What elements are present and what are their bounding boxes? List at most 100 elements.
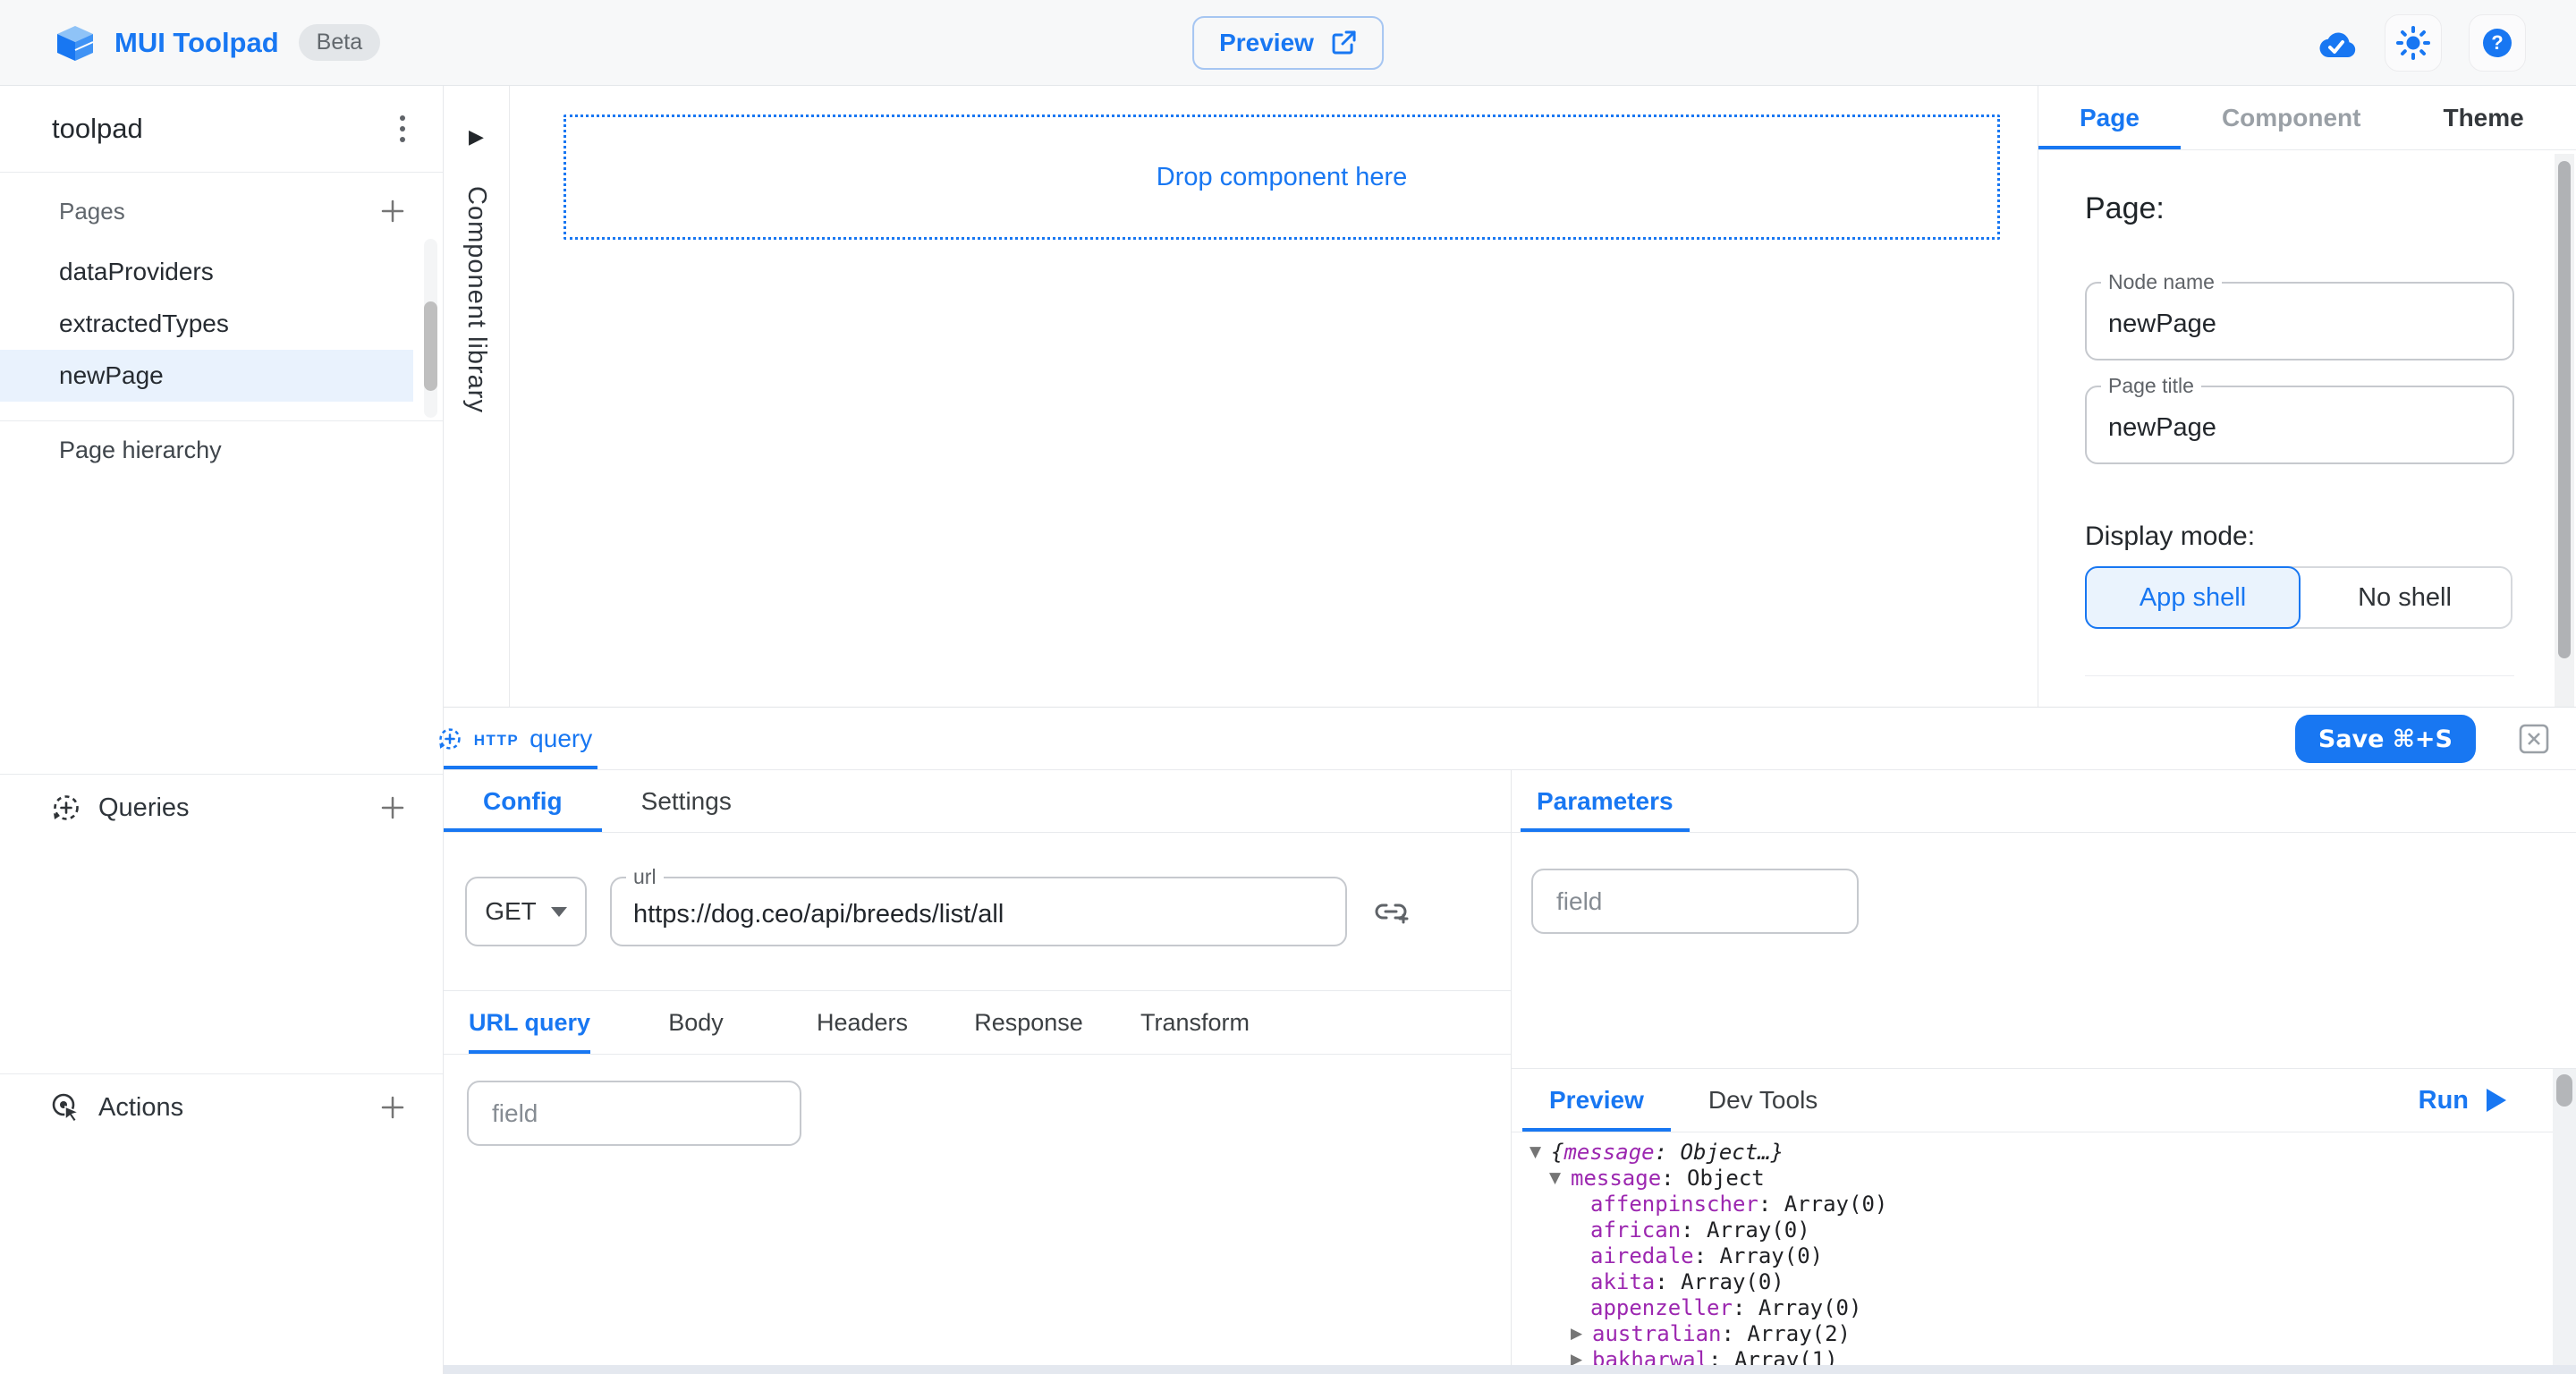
- tree-value: : Array(0): [1655, 1269, 1784, 1295]
- external-link-icon: [1330, 30, 1357, 56]
- tree-row: african: Array(0): [1512, 1217, 2576, 1243]
- tree-value: : Array(0): [1694, 1243, 1824, 1269]
- json-result-tree: ▼{message: Object…} ▼message: Object aff…: [1512, 1132, 2576, 1374]
- option-label: No shell: [2358, 583, 2452, 613]
- drop-zone-text: Drop component here: [1157, 163, 1408, 192]
- sidebar-item-dataProviders[interactable]: dataProviders: [0, 246, 413, 298]
- page-item-label: extractedTypes: [59, 310, 229, 338]
- http-method-select[interactable]: GET: [465, 877, 587, 946]
- query-icon: [436, 725, 463, 752]
- tree-key: appenzeller: [1590, 1295, 1733, 1321]
- tree-row[interactable]: ▼message: Object: [1512, 1166, 2576, 1192]
- query-editor-dock: HTTP query Save ⌘+S Config Settings GET: [444, 707, 2576, 1374]
- tree-row: appenzeller: Array(0): [1512, 1295, 2576, 1321]
- tree-row[interactable]: ▼{message: Object…}: [1512, 1140, 2576, 1166]
- tab-headers[interactable]: Headers: [782, 991, 943, 1054]
- help-icon: ?: [2479, 25, 2515, 61]
- http-query-tab[interactable]: HTTP query: [444, 708, 597, 769]
- tab-preview[interactable]: Preview: [1522, 1069, 1671, 1132]
- pages-scrollbar[interactable]: [424, 239, 437, 418]
- tree-key: message: [1563, 1140, 1654, 1166]
- pages-section-label: Pages: [59, 198, 125, 225]
- tab-body[interactable]: Body: [615, 991, 776, 1054]
- actions-icon: [50, 1091, 82, 1124]
- page-title-input[interactable]: [2087, 387, 2512, 462]
- save-button[interactable]: Save ⌘+S: [2295, 715, 2476, 763]
- url-query-field-input[interactable]: [467, 1081, 801, 1146]
- tab-label: Response: [974, 1009, 1083, 1037]
- tab-theme[interactable]: Theme: [2402, 86, 2564, 149]
- close-dock-button[interactable]: [2517, 722, 2551, 756]
- tree-row[interactable]: ▶australian: Array(2): [1512, 1321, 2576, 1347]
- project-menu-button[interactable]: [393, 108, 412, 149]
- cloud-sync-status-icon: [2313, 26, 2358, 60]
- page-item-label: dataProviders: [59, 258, 214, 286]
- run-button[interactable]: Run: [2419, 1069, 2506, 1132]
- queries-icon: [50, 792, 82, 824]
- url-input[interactable]: [612, 878, 1345, 945]
- app-brand[interactable]: MUI Toolpad Beta: [0, 23, 380, 63]
- preview-button[interactable]: Preview: [1192, 16, 1384, 70]
- run-button-label: Run: [2419, 1086, 2469, 1115]
- component-library-label: Component library: [462, 186, 491, 413]
- expand-arrow-icon[interactable]: ▶: [1571, 1321, 1592, 1347]
- no-shell-option[interactable]: No shell: [2299, 568, 2511, 627]
- bind-link-icon[interactable]: [1374, 894, 1410, 929]
- page-title-label: Page title: [2101, 374, 2201, 399]
- preview-button-label: Preview: [1219, 29, 1314, 57]
- url-field[interactable]: url: [610, 877, 1347, 946]
- tree-value: : Object…}: [1655, 1140, 1784, 1166]
- tab-parameters[interactable]: Parameters: [1521, 770, 1690, 832]
- tab-label: Page: [2080, 104, 2140, 132]
- app-title: MUI Toolpad: [114, 27, 279, 59]
- tab-label: Transform: [1140, 1009, 1250, 1037]
- collapse-arrow-icon[interactable]: ▼: [1530, 1140, 1551, 1166]
- page-item-label: newPage: [59, 361, 164, 390]
- tab-label: Dev Tools: [1708, 1086, 1818, 1115]
- result-scrollbar[interactable]: [2553, 1069, 2576, 1365]
- node-name-input[interactable]: [2087, 284, 2512, 359]
- node-name-field[interactable]: Node name: [2085, 282, 2514, 360]
- page-title-field[interactable]: Page title: [2085, 386, 2514, 464]
- help-button[interactable]: ?: [2469, 14, 2526, 72]
- theme-toggle-button[interactable]: [2385, 14, 2442, 72]
- add-page-button[interactable]: [375, 193, 411, 229]
- http-method-value: GET: [485, 897, 537, 926]
- divider: [2085, 675, 2514, 676]
- sun-icon: [2395, 25, 2431, 61]
- tree-key: message: [1571, 1166, 1661, 1192]
- tab-label: Preview: [1549, 1086, 1644, 1115]
- expand-arrow-icon: ▶: [469, 125, 484, 148]
- tab-settings[interactable]: Settings: [602, 770, 771, 832]
- tree-value: : Array(0): [1758, 1192, 1888, 1217]
- tree-row: airedale: Array(0): [1512, 1243, 2576, 1269]
- tab-config[interactable]: Config: [444, 770, 602, 832]
- tab-label: URL query: [469, 1009, 590, 1037]
- parameters-field-input[interactable]: [1531, 869, 1859, 934]
- node-name-label: Node name: [2101, 270, 2222, 295]
- collapse-arrow-icon[interactable]: ▼: [1549, 1166, 1571, 1192]
- tab-transform[interactable]: Transform: [1114, 991, 1275, 1054]
- add-query-button[interactable]: [375, 790, 411, 826]
- app-shell-option[interactable]: App shell: [2085, 566, 2301, 629]
- sidebar-item-newPage[interactable]: newPage: [0, 350, 413, 402]
- url-label: url: [626, 865, 664, 890]
- chevron-down-icon: [551, 907, 567, 917]
- tree-row: affenpinscher: Array(0): [1512, 1192, 2576, 1217]
- sidebar-item-extractedTypes[interactable]: extractedTypes: [0, 298, 413, 350]
- add-action-button[interactable]: [375, 1090, 411, 1125]
- page-heading: Page:: [2085, 191, 2513, 226]
- tab-page[interactable]: Page: [2038, 86, 2181, 149]
- drop-zone[interactable]: Drop component here: [564, 114, 2000, 240]
- tab-response[interactable]: Response: [948, 991, 1109, 1054]
- tab-label: Headers: [817, 1009, 908, 1037]
- option-label: App shell: [2140, 583, 2246, 613]
- tab-label: Config: [483, 787, 563, 816]
- display-mode-label: Display mode:: [2085, 522, 2513, 552]
- tab-component[interactable]: Component: [2181, 86, 2402, 149]
- actions-section-label: Actions: [98, 1093, 359, 1123]
- tab-dev-tools[interactable]: Dev Tools: [1682, 1069, 1844, 1132]
- tab-url-query[interactable]: URL query: [449, 991, 610, 1054]
- tree-key: airedale: [1590, 1243, 1694, 1269]
- tree-key: affenpinscher: [1590, 1192, 1758, 1217]
